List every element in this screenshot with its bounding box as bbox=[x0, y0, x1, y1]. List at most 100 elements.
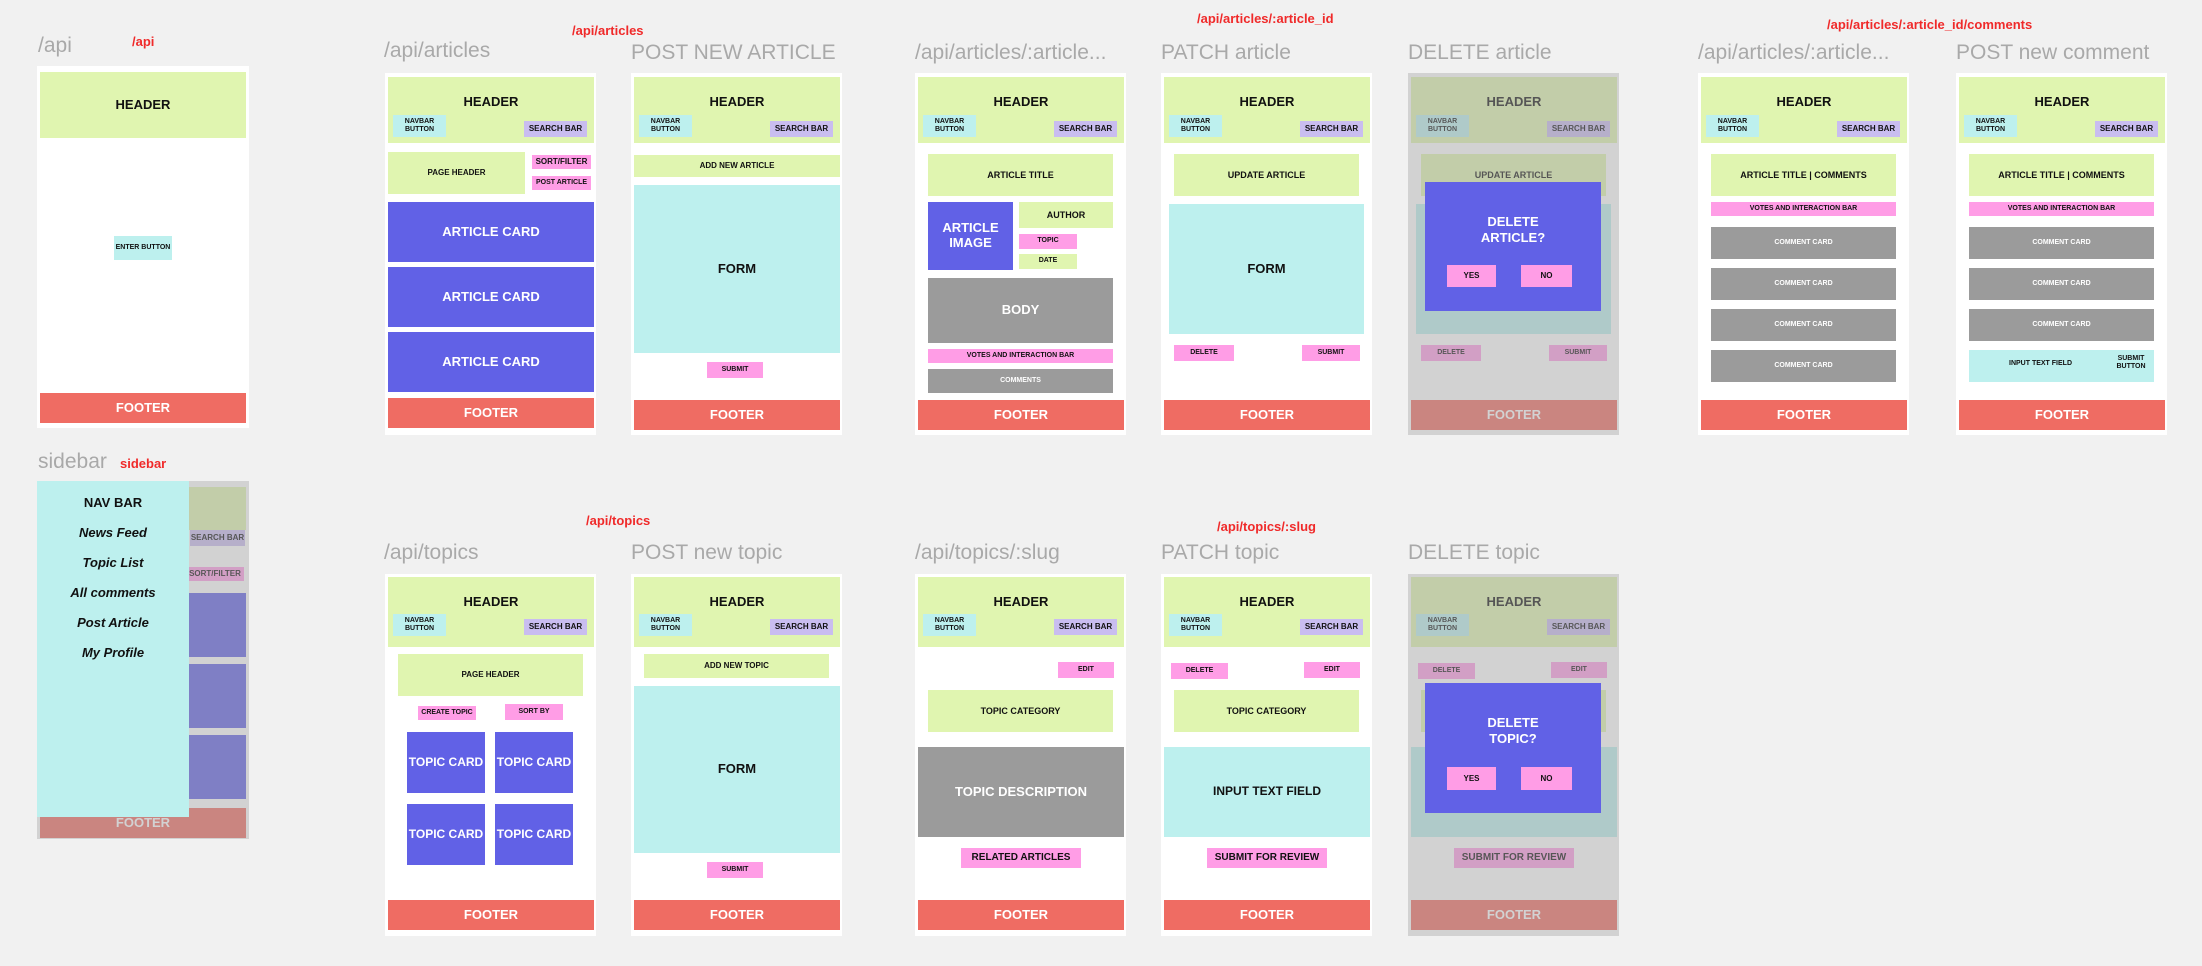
edit-button[interactable]: EDIT bbox=[1058, 662, 1114, 678]
route-label-sidebar: sidebar bbox=[120, 456, 167, 471]
related-articles-button[interactable]: RELATED ARTICLES bbox=[961, 848, 1081, 868]
footer: FOOTER bbox=[634, 400, 840, 430]
submit-button[interactable]: SUBMIT bbox=[1302, 345, 1360, 361]
frame-patch-topic: HEADER NAVBAR BUTTON SEARCH BAR DELETE E… bbox=[1161, 574, 1372, 936]
frame-patch-article: HEADER NAVBAR BUTTON SEARCH BAR UPDATE A… bbox=[1161, 73, 1372, 435]
create-topic-button[interactable]: CREATE TOPIC bbox=[418, 706, 476, 720]
input-text-field-label: INPUT TEXT FIELD bbox=[2009, 360, 2072, 367]
frame-post-topic: HEADER NAVBAR BUTTON SEARCH BAR ADD NEW … bbox=[631, 574, 842, 936]
delete-button[interactable]: DELETE bbox=[1174, 345, 1234, 361]
article-form[interactable]: FORM bbox=[1169, 204, 1364, 334]
navbar-button[interactable]: NAVBAR BUTTON bbox=[639, 614, 692, 636]
author-label: AUTHOR bbox=[1019, 202, 1113, 228]
article-form[interactable]: FORM bbox=[634, 185, 840, 353]
submit-for-review-button[interactable]: SUBMIT FOR REVIEW bbox=[1207, 848, 1327, 868]
comment-input-field[interactable]: INPUT TEXT FIELD SUBMIT BUTTON bbox=[1969, 350, 2154, 382]
search-bar[interactable]: SEARCH BAR bbox=[770, 121, 833, 137]
yes-button[interactable]: YES bbox=[1447, 265, 1496, 287]
navbar-button[interactable]: NAVBAR BUTTON bbox=[1169, 115, 1222, 137]
footer: FOOTER bbox=[1701, 400, 1907, 430]
sidebar-item-all-comments[interactable]: All comments bbox=[37, 585, 189, 600]
article-title: ARTICLE TITLE bbox=[928, 154, 1113, 196]
topic-description: TOPIC DESCRIPTION bbox=[918, 747, 1124, 837]
edit-button[interactable]: EDIT bbox=[1304, 662, 1360, 678]
frame-sidebar: SEARCH BAR SORT/FILTER FOOTER NAV BAR Ne… bbox=[37, 481, 249, 839]
navbar-button[interactable]: NAVBAR BUTTON bbox=[1706, 115, 1759, 137]
header: HEADER bbox=[1164, 577, 1370, 647]
article-title-comments: ARTICLE TITLE | COMMENTS bbox=[1969, 154, 2154, 196]
footer: FOOTER bbox=[634, 900, 840, 930]
footer: FOOTER bbox=[918, 900, 1124, 930]
navbar-button[interactable]: NAVBAR BUTTON bbox=[639, 115, 692, 137]
route-label-topics-slug: /api/topics/:slug bbox=[1217, 519, 1316, 534]
add-new-topic-heading: ADD NEW TOPIC bbox=[644, 654, 829, 678]
no-button[interactable]: NO bbox=[1521, 767, 1572, 790]
topic-card[interactable]: TOPIC CARD bbox=[407, 804, 485, 865]
page-header: PAGE HEADER bbox=[398, 654, 583, 696]
votes-interaction-bar[interactable]: VOTES AND INTERACTION BAR bbox=[928, 349, 1113, 363]
comment-card: COMMENT CARD bbox=[1969, 309, 2154, 341]
frame-post-comment: HEADER NAVBAR BUTTON SEARCH BAR ARTICLE … bbox=[1956, 73, 2167, 435]
sidebar-item-post-article[interactable]: Post Article bbox=[37, 615, 189, 630]
search-bar[interactable]: SEARCH BAR bbox=[1054, 121, 1117, 137]
delete-button[interactable]: DELETE bbox=[1171, 663, 1228, 679]
sort-filter-button[interactable]: SORT/FILTER bbox=[532, 155, 591, 169]
frame-topic-slug: HEADER NAVBAR BUTTON SEARCH BAR EDIT TOP… bbox=[915, 574, 1126, 936]
header: HEADER bbox=[918, 577, 1124, 647]
search-bar[interactable]: SEARCH BAR bbox=[524, 121, 587, 137]
navbar-button[interactable]: NAVBAR BUTTON bbox=[923, 115, 976, 137]
frame-title-patch-topic: PATCH topic bbox=[1161, 541, 1280, 564]
delete-confirm-dialog: DELETE TOPIC? YES NO bbox=[1425, 683, 1601, 813]
footer: FOOTER bbox=[40, 393, 246, 423]
search-bar[interactable]: SEARCH BAR bbox=[2095, 121, 2158, 137]
topic-form[interactable]: FORM bbox=[634, 686, 840, 853]
submit-button[interactable]: SUBMIT BUTTON bbox=[2114, 355, 2148, 372]
navbar-button[interactable]: NAVBAR BUTTON bbox=[923, 614, 976, 636]
votes-interaction-bar[interactable]: VOTES AND INTERACTION BAR bbox=[1969, 202, 2154, 216]
navbar-button[interactable]: NAVBAR BUTTON bbox=[393, 614, 446, 636]
topic-tag[interactable]: TOPIC bbox=[1019, 234, 1077, 249]
comments-section[interactable]: COMMENTS bbox=[928, 369, 1113, 393]
search-bar[interactable]: SEARCH BAR bbox=[1300, 121, 1363, 137]
yes-button[interactable]: YES bbox=[1447, 767, 1496, 790]
footer: FOOTER bbox=[1959, 400, 2165, 430]
topic-card[interactable]: TOPIC CARD bbox=[495, 804, 573, 865]
topic-card[interactable]: TOPIC CARD bbox=[495, 732, 573, 793]
search-bar[interactable]: SEARCH BAR bbox=[770, 619, 833, 635]
frame-title-articles: /api/articles bbox=[384, 39, 491, 62]
article-card[interactable]: ARTICLE CARD bbox=[388, 267, 594, 327]
footer: FOOTER bbox=[1164, 900, 1370, 930]
topic-card[interactable]: TOPIC CARD bbox=[407, 732, 485, 793]
enter-button[interactable]: ENTER BUTTON bbox=[114, 236, 172, 260]
frame-delete-article: HEADER NAVBAR BUTTON SEARCH BAR UPDATE A… bbox=[1408, 73, 1619, 435]
input-text-field[interactable]: INPUT TEXT FIELD bbox=[1164, 747, 1370, 837]
post-article-button[interactable]: POST ARTICLE bbox=[532, 176, 591, 190]
no-button[interactable]: NO bbox=[1521, 265, 1572, 287]
page-header: PAGE HEADER bbox=[388, 152, 525, 194]
sidebar-item-my-profile[interactable]: My Profile bbox=[37, 645, 189, 660]
header: HEADER bbox=[634, 577, 840, 647]
votes-interaction-bar[interactable]: VOTES AND INTERACTION BAR bbox=[1711, 202, 1896, 216]
search-bar[interactable]: SEARCH BAR bbox=[1837, 121, 1900, 137]
frame-title-delete-topic: DELETE topic bbox=[1408, 541, 1540, 564]
search-bar[interactable]: SEARCH BAR bbox=[1054, 619, 1117, 635]
sidebar-item-topic-list[interactable]: Topic List bbox=[37, 555, 189, 570]
submit-button[interactable]: SUBMIT bbox=[707, 362, 763, 378]
navbar-button[interactable]: NAVBAR BUTTON bbox=[393, 115, 446, 137]
sidebar-item-news-feed[interactable]: News Feed bbox=[37, 525, 189, 540]
navbar-button[interactable]: NAVBAR BUTTON bbox=[1169, 614, 1222, 636]
frame-title-post-comment: POST new comment bbox=[1956, 41, 2150, 64]
frame-title-delete-article: DELETE article bbox=[1408, 41, 1552, 64]
search-bar[interactable]: SEARCH BAR bbox=[1300, 619, 1363, 635]
sort-by-button[interactable]: SORT BY bbox=[505, 704, 563, 720]
frame-title-post-topic: POST new topic bbox=[631, 541, 783, 564]
navbar-button[interactable]: NAVBAR BUTTON bbox=[1964, 115, 2017, 137]
header: HEADER bbox=[388, 577, 594, 647]
article-card[interactable]: ARTICLE CARD bbox=[388, 202, 594, 262]
delete-confirm-dialog: DELETE ARTICLE? YES NO bbox=[1425, 182, 1601, 311]
submit-button[interactable]: SUBMIT bbox=[707, 862, 763, 878]
frame-title-comments: /api/articles/:article... bbox=[1698, 41, 1890, 64]
search-bar[interactable]: SEARCH BAR bbox=[524, 619, 587, 635]
route-label-articles: /api/articles bbox=[572, 23, 644, 38]
article-card[interactable]: ARTICLE CARD bbox=[388, 332, 594, 392]
